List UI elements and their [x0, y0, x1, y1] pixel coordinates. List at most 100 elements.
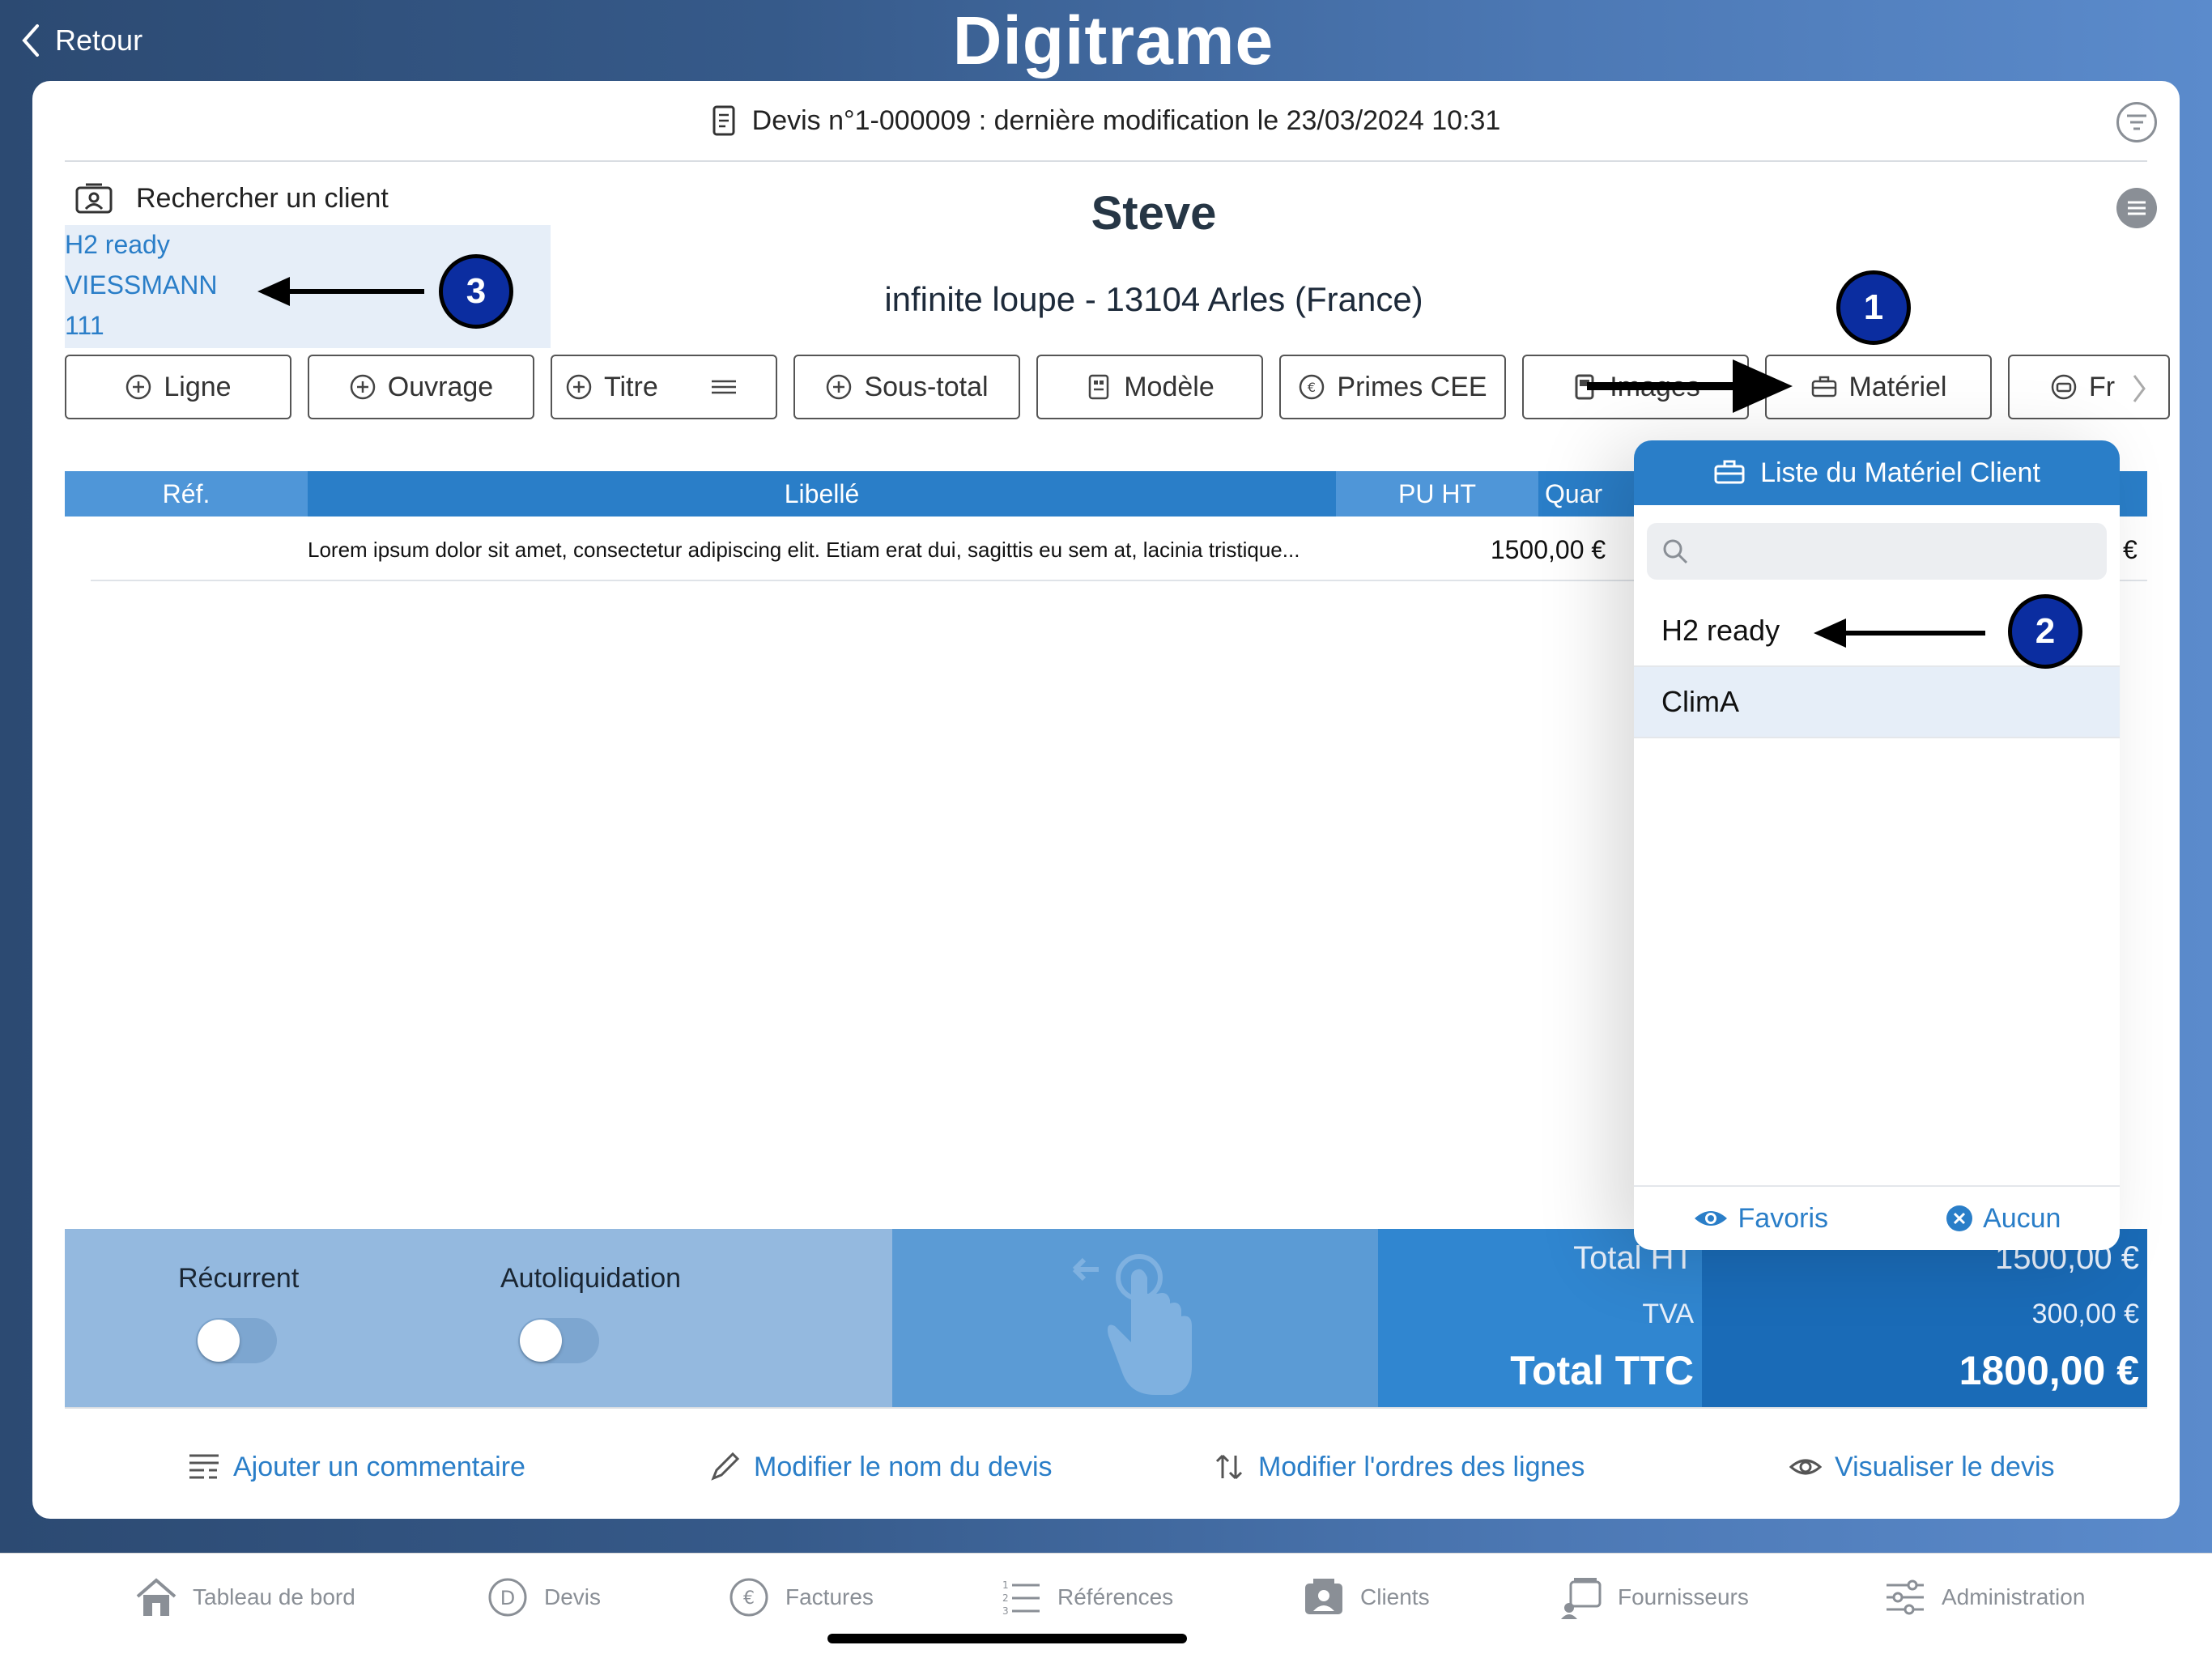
search-icon: [1663, 539, 1688, 564]
numbered-list-icon: 123: [1002, 1579, 1040, 1617]
gesture-panel: [892, 1229, 1378, 1407]
total-ttc-label: Total TTC: [1510, 1348, 1694, 1393]
svg-text:€: €: [743, 1588, 755, 1609]
toggle-knob: [520, 1320, 562, 1362]
tab-clients-label: Clients: [1360, 1584, 1430, 1609]
callout-badge-1: 1: [1836, 270, 1911, 345]
tab-factures[interactable]: € Factures: [727, 1571, 874, 1623]
popover-title-bar: Liste du Matériel Client: [1634, 440, 2120, 505]
tab-administration[interactable]: Administration: [1883, 1571, 2085, 1623]
tab-factures-label: Factures: [785, 1584, 874, 1609]
callout-arrow-1: [1587, 359, 1793, 413]
preview-quote-button[interactable]: Visualiser le devis: [1789, 1448, 2055, 1486]
equipment-name: H2 ready: [65, 230, 170, 259]
search-client-button[interactable]: Rechercher un client: [74, 178, 389, 219]
sort-arrows-icon: [1215, 1454, 1243, 1480]
toggle-knob: [198, 1320, 240, 1362]
header-pu-ht[interactable]: PU HT: [1336, 471, 1538, 517]
eye-icon: [1694, 1211, 1727, 1226]
tab-clients[interactable]: Clients: [1302, 1571, 1430, 1623]
options-panel: Récurrent Autoliquidation: [65, 1229, 892, 1407]
autoliquidation-label: Autoliquidation: [500, 1263, 682, 1294]
tab-devis[interactable]: D Devis: [486, 1571, 601, 1623]
tab-references[interactable]: 123 Références: [999, 1571, 1173, 1623]
primes-cee-button[interactable]: € Primes CEE: [1279, 355, 1506, 419]
euro-circle-icon: €: [1300, 374, 1325, 400]
header-libelle[interactable]: Libellé: [308, 471, 1336, 517]
row-total-tail: €: [2123, 534, 2138, 564]
row-pu-ht: 1500,00 €: [1490, 534, 1606, 564]
filter-button[interactable]: [2116, 102, 2157, 142]
svg-text:€: €: [1308, 380, 1316, 395]
list-item[interactable]: ClimA: [1634, 667, 2120, 738]
rename-quote-button[interactable]: Modifier le nom du devis: [708, 1448, 1053, 1486]
app-logo: Digitrame: [952, 2, 1274, 79]
aucun-button[interactable]: Aucun: [1946, 1203, 2061, 1235]
materiel-popover: Liste du Matériel Client H2 ready ClimA …: [1634, 440, 2120, 1250]
popover-footer: Favoris Aucun: [1634, 1185, 2120, 1250]
row-libelle: Lorem ipsum dolor sit amet, consectetur …: [308, 537, 1300, 562]
back-button[interactable]: Retour: [19, 19, 143, 62]
add-title-button[interactable]: Titre: [551, 355, 777, 419]
client-address: infinite loupe - 13104 Arles (France): [884, 280, 1423, 318]
suppliers-icon: [1561, 1578, 1602, 1619]
document-title: Devis n°1-000009 : dernière modification…: [751, 104, 1501, 136]
contact-card-icon: [75, 183, 113, 214]
pencil-icon: [711, 1452, 740, 1481]
materiel-label: Matériel: [1848, 371, 1947, 402]
materiel-button[interactable]: Matériel: [1765, 355, 1992, 419]
menu-button[interactable]: [2116, 188, 2157, 228]
callout-arrow-2: [1814, 619, 1985, 648]
add-subtotal-button[interactable]: Sous-total: [793, 355, 1020, 419]
header-ref[interactable]: Réf.: [65, 471, 308, 517]
plus-circle-icon: [827, 374, 852, 400]
equipment-brand: VIESSMANN: [65, 270, 218, 300]
tva-label: TVA: [1642, 1299, 1694, 1329]
chevron-right-icon[interactable]: [2131, 372, 2147, 405]
popover-title: Liste du Matériel Client: [1760, 457, 2040, 488]
toolbox-icon: [1811, 376, 1836, 397]
popover-search-box[interactable]: [1647, 523, 2107, 580]
chevron-left-icon: [22, 24, 39, 57]
hand-swipe-icon: [1072, 1254, 1192, 1395]
template-icon: [1088, 374, 1109, 400]
comment-lines-icon: [189, 1454, 219, 1479]
template-button[interactable]: Modèle: [1036, 355, 1263, 419]
tab-fournisseurs-label: Fournisseurs: [1618, 1584, 1749, 1609]
tab-references-label: Références: [1057, 1584, 1174, 1609]
total-ttc-value: 1800,00 €: [1959, 1348, 2139, 1393]
autoliquidation-toggle[interactable]: [518, 1318, 599, 1363]
tab-administration-label: Administration: [1942, 1584, 2086, 1609]
hamburger-icon: [711, 380, 736, 394]
popover-search-input[interactable]: [1702, 536, 2091, 567]
recurrent-toggle[interactable]: [196, 1318, 277, 1363]
back-label: Retour: [55, 23, 143, 57]
primes-cee-label: Primes CEE: [1337, 371, 1487, 402]
rename-quote-label: Modifier le nom du devis: [754, 1451, 1053, 1482]
sliders-icon: [1887, 1579, 1924, 1615]
svg-text:1: 1: [1002, 1579, 1009, 1591]
add-comment-button[interactable]: Ajouter un commentaire: [188, 1448, 525, 1486]
hamburger-icon: [2128, 201, 2146, 215]
favoris-button[interactable]: Favoris: [1693, 1203, 1828, 1235]
home-icon: [136, 1578, 177, 1616]
add-line-button[interactable]: Ligne: [65, 355, 291, 419]
home-indicator[interactable]: [827, 1634, 1187, 1643]
clients-icon: [1305, 1579, 1342, 1614]
add-ouvrage-button[interactable]: Ouvrage: [308, 355, 534, 419]
document-icon: [713, 105, 735, 136]
callout-arrow-3: [257, 277, 424, 306]
reorder-lines-button[interactable]: Modifier l'ordres des lignes: [1213, 1448, 1585, 1486]
add-subtotal-label: Sous-total: [864, 371, 989, 402]
plus-circle-icon: [126, 374, 151, 400]
search-client-label: Rechercher un client: [136, 182, 389, 214]
tab-fournisseurs[interactable]: Fournisseurs: [1559, 1571, 1749, 1623]
eye-icon: [1789, 1459, 1822, 1475]
action-bar: Ajouter un commentaire Modifier le nom d…: [65, 1407, 2147, 1519]
tva-value: 300,00 €: [2031, 1299, 2139, 1329]
tab-dashboard[interactable]: Tableau de bord: [134, 1571, 355, 1623]
totals-panel: Total HT 1500,00 € TVA 300,00 € Total TT…: [1378, 1229, 2147, 1407]
svg-text:2: 2: [1002, 1592, 1009, 1604]
toolbox-icon: [1714, 460, 1745, 484]
add-comment-label: Ajouter un commentaire: [233, 1451, 525, 1482]
